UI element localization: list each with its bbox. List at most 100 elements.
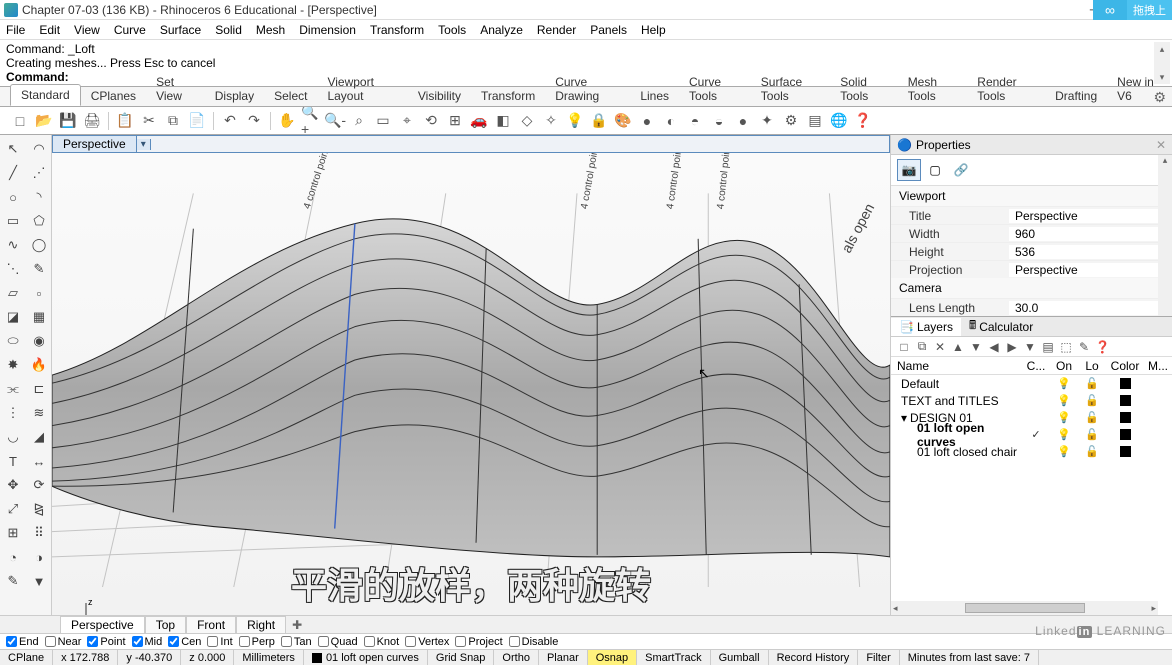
viewport-tab-top[interactable]: Top	[145, 616, 186, 633]
prop-mode-2[interactable]: 🔗	[949, 159, 973, 181]
osnap-checkbox[interactable]	[87, 636, 98, 647]
sphere1-icon[interactable]: ◐	[661, 111, 681, 131]
prop-width[interactable]: Width960	[891, 224, 1172, 242]
layer-color-swatch[interactable]	[1120, 412, 1131, 423]
viewport-name-label[interactable]: Perspective	[53, 136, 137, 152]
help-icon[interactable]: ❓	[853, 111, 873, 131]
menu-file[interactable]: File	[6, 23, 25, 37]
views4-icon[interactable]: ⊞	[445, 111, 465, 131]
layer-color-swatch[interactable]	[1120, 395, 1131, 406]
light-icon[interactable]: 💡	[565, 111, 585, 131]
menu-analyze[interactable]: Analyze	[480, 23, 523, 37]
shade-icon[interactable]: 🔒	[589, 111, 609, 131]
status-z[interactable]: z 0.000	[181, 650, 234, 665]
ribbon-tab-visibility[interactable]: Visibility	[408, 86, 471, 106]
osnap-project[interactable]: Project	[455, 636, 502, 648]
osnap-disable[interactable]: Disable	[509, 636, 559, 648]
layer-lock-icon[interactable]: 🔓	[1078, 445, 1106, 458]
subtract-icon[interactable]: ◑	[28, 547, 50, 567]
osnap-tan[interactable]: Tan	[281, 636, 312, 648]
render-color-icon[interactable]: 🎨	[613, 111, 633, 131]
viewport-tab-perspective[interactable]: Perspective	[60, 616, 145, 633]
chamfer-icon[interactable]: ◢	[28, 427, 50, 447]
ribbon-options-icon[interactable]: ⚙	[1153, 89, 1166, 106]
move-icon[interactable]: ✥	[2, 475, 24, 495]
properties-panel-header[interactable]: 🔵 Properties ✕	[891, 135, 1172, 155]
ribbon-tab-drafting[interactable]: Drafting	[1045, 86, 1107, 106]
cloud-icon[interactable]: ∞	[1093, 0, 1127, 20]
sphere2-icon[interactable]: ◓	[685, 111, 705, 131]
status-ortho[interactable]: Ortho	[494, 650, 539, 665]
sphere-icon[interactable]: ◉	[28, 331, 50, 351]
osnap-checkbox[interactable]	[281, 636, 292, 647]
explode-icon[interactable]: ✸	[2, 355, 24, 375]
col-current[interactable]: C...	[1022, 359, 1050, 373]
menu-curve[interactable]: Curve	[114, 23, 146, 37]
brush-icon[interactable]: ✎	[2, 571, 24, 591]
layer-lock-icon[interactable]: 🔓	[1078, 377, 1106, 390]
status-grid[interactable]: Grid Snap	[428, 650, 495, 665]
osnap-near[interactable]: Near	[45, 636, 82, 648]
ribbon-tab-surface-tools[interactable]: Surface Tools	[751, 72, 830, 106]
layer-tool-3[interactable]: ▲	[951, 340, 965, 354]
ribbon-tab-curve-tools[interactable]: Curve Tools	[679, 72, 751, 106]
osnap-checkbox[interactable]	[6, 636, 17, 647]
menu-render[interactable]: Render	[537, 23, 576, 37]
status-minutes[interactable]: Minutes from last save: 7	[900, 650, 1039, 665]
zoom-selected-icon[interactable]: ⌖	[397, 111, 417, 131]
save-icon[interactable]: 💾	[58, 111, 78, 131]
menu-help[interactable]: Help	[641, 23, 666, 37]
viewport-title-bar[interactable]: Perspective ▾	[52, 135, 890, 153]
prop-value[interactable]: Perspective▾	[1009, 263, 1172, 277]
mirror-icon[interactable]: ⧎	[28, 499, 50, 519]
box-icon[interactable]: ▫	[28, 283, 50, 303]
dots-icon[interactable]: ⠿	[28, 523, 50, 543]
layer-lock-icon[interactable]: 🔓	[1078, 394, 1106, 407]
prop-value[interactable]: 536	[1009, 245, 1172, 259]
trim-icon[interactable]: ⊏	[28, 379, 50, 399]
layer-tool-4[interactable]: ▼	[969, 340, 983, 354]
layer-color-swatch[interactable]	[1120, 378, 1131, 389]
status-gumball[interactable]: Gumball	[711, 650, 769, 665]
prop-title[interactable]: TitlePerspective	[891, 206, 1172, 224]
array-icon[interactable]: ⋮	[2, 403, 24, 423]
add-viewport-icon[interactable]: ✚	[286, 618, 308, 632]
osnap-quad[interactable]: Quad	[318, 636, 358, 648]
prop-height[interactable]: Height536	[891, 242, 1172, 260]
ribbon-tab-set-view[interactable]: Set View	[146, 72, 205, 106]
line-icon[interactable]: ╱	[2, 163, 24, 183]
sphere3-icon[interactable]: ◒	[709, 111, 729, 131]
ribbon-tab-mesh-tools[interactable]: Mesh Tools	[898, 72, 968, 106]
redo-icon[interactable]: ↷	[244, 111, 264, 131]
zoom-window-icon[interactable]: ▭	[373, 111, 393, 131]
osnap-knot[interactable]: Knot	[364, 636, 400, 648]
osnap-checkbox[interactable]	[509, 636, 520, 647]
sphere4-icon[interactable]: ●	[733, 111, 753, 131]
osnap-int[interactable]: Int	[207, 636, 232, 648]
layer-tool-7[interactable]: ▼	[1023, 340, 1037, 354]
ribbon-tab-render-tools[interactable]: Render Tools	[967, 72, 1045, 106]
open-icon[interactable]: 📂	[34, 111, 54, 131]
menu-dimension[interactable]: Dimension	[299, 23, 356, 37]
pan-icon[interactable]: ✋	[277, 111, 297, 131]
ribbon-tab-cplanes[interactable]: CPlanes	[81, 86, 146, 106]
layer-tool-8[interactable]: ▤	[1041, 340, 1055, 354]
layer-bulb-icon[interactable]: 💡	[1050, 394, 1078, 407]
menu-view[interactable]: View	[74, 23, 100, 37]
ribbon-tab-display[interactable]: Display	[205, 86, 264, 106]
col-material[interactable]: M...	[1144, 359, 1172, 373]
zoom-plus-icon[interactable]: 🔍+	[301, 111, 321, 131]
layer-row[interactable]: 01 loft open curves✓💡🔓	[891, 426, 1172, 443]
status-01[interactable]: 01 loft open curves	[304, 650, 428, 665]
ribbon-tab-select[interactable]: Select	[264, 86, 317, 106]
clipboard-icon[interactable]: 📋	[115, 111, 135, 131]
osnap-checkbox[interactable]	[207, 636, 218, 647]
menu-edit[interactable]: Edit	[39, 23, 60, 37]
layer-tool-1[interactable]: ⧉	[915, 339, 929, 354]
status-record[interactable]: Record History	[769, 650, 859, 665]
layer-row[interactable]: 01 loft closed chair💡🔓	[891, 443, 1172, 460]
menu-solid[interactable]: Solid	[215, 23, 242, 37]
prop-mode-0[interactable]: 📷	[897, 159, 921, 181]
osnap-perp[interactable]: Perp	[239, 636, 275, 648]
col-on[interactable]: On	[1050, 359, 1078, 373]
